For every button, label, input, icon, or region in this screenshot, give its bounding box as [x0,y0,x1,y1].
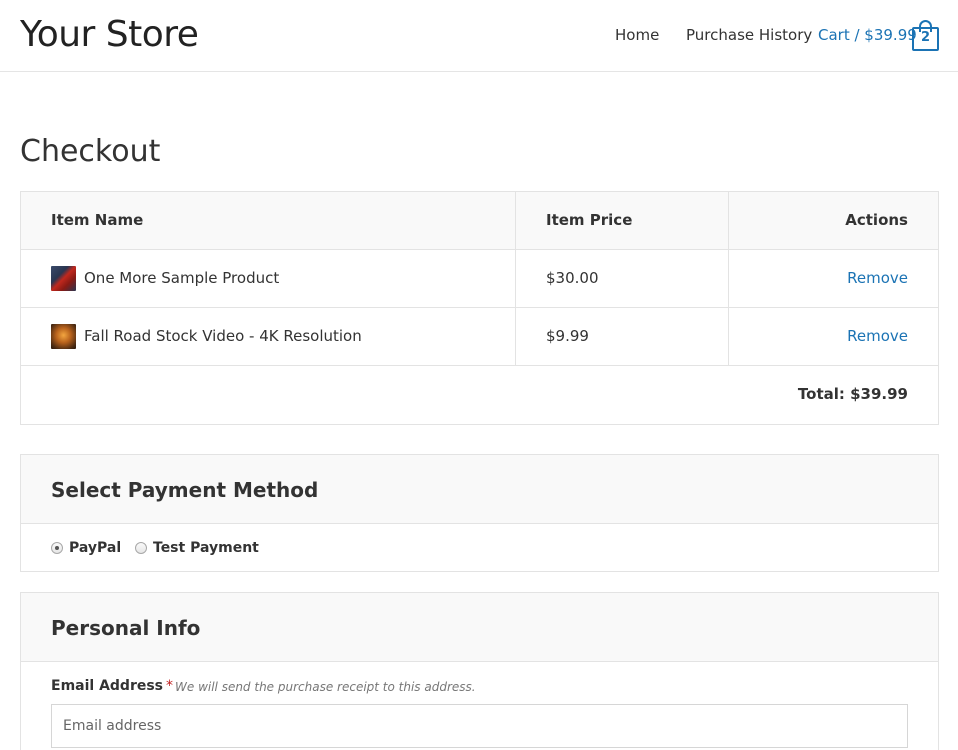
item-name-cell: One More Sample Product [21,250,516,307]
remove-item-link[interactable]: Remove [847,327,908,345]
cart-count-badge: 2 [920,30,931,45]
payment-option-paypal[interactable]: PayPal [51,540,121,556]
payment-method-header: Select Payment Method [21,455,938,524]
item-name-cell: Fall Road Stock Video - 4K Resolution [21,308,516,365]
red-car-thumbnail-icon [51,266,76,291]
paypal-label[interactable]: PayPal [69,540,121,556]
item-name: One More Sample Product [84,269,280,287]
table-row: One More Sample Product $30.00 Remove [21,250,938,308]
test-payment-label[interactable]: Test Payment [153,540,259,556]
personal-info-header: Personal Info [21,593,938,662]
nav-cart-link[interactable]: Cart / $39.99 [818,26,917,44]
site-title[interactable]: Your Store [20,14,199,55]
nav-home-link[interactable]: Home [615,26,659,44]
column-header-item-price: Item Price [516,192,729,249]
email-label: Email Address * [51,678,173,694]
cart-total: Total: $39.99 [797,385,908,403]
table-header-row: Item Name Item Price Actions [21,192,938,250]
email-field[interactable] [51,704,908,748]
payment-option-test[interactable]: Test Payment [135,540,259,556]
item-price: $9.99 [516,308,729,365]
email-label-text: Email Address [51,678,164,694]
email-hint: We will send the purchase receipt to thi… [175,680,476,694]
personal-info-title: Personal Info [51,616,201,640]
remove-item-link[interactable]: Remove [847,269,908,287]
item-price: $30.00 [516,250,729,307]
total-row: Total: $39.99 [21,366,938,424]
actions-cell: Remove [729,308,938,365]
personal-info-panel: Personal Info Email Address * We will sen… [20,592,939,750]
payment-method-panel: Select Payment Method PayPal Test Paymen… [20,454,939,572]
column-header-item-name: Item Name [21,192,516,249]
site-header: Your Store Home Purchase History Cart / … [0,0,958,72]
actions-cell: Remove [729,250,938,307]
test-payment-radio[interactable] [135,542,147,554]
page-title: Checkout [20,134,161,169]
table-row: Fall Road Stock Video - 4K Resolution $9… [21,308,938,366]
required-marker: * [166,678,174,694]
payment-method-title: Select Payment Method [51,478,319,502]
column-header-actions: Actions [845,211,908,229]
shopping-bag-icon[interactable]: 2 [912,20,939,51]
nav-purchase-history-link[interactable]: Purchase History [686,26,812,44]
paypal-radio[interactable] [51,542,63,554]
cart-table: Item Name Item Price Actions One More Sa… [20,191,939,425]
item-name: Fall Road Stock Video - 4K Resolution [84,327,362,345]
autumn-road-thumbnail-icon [51,324,76,349]
